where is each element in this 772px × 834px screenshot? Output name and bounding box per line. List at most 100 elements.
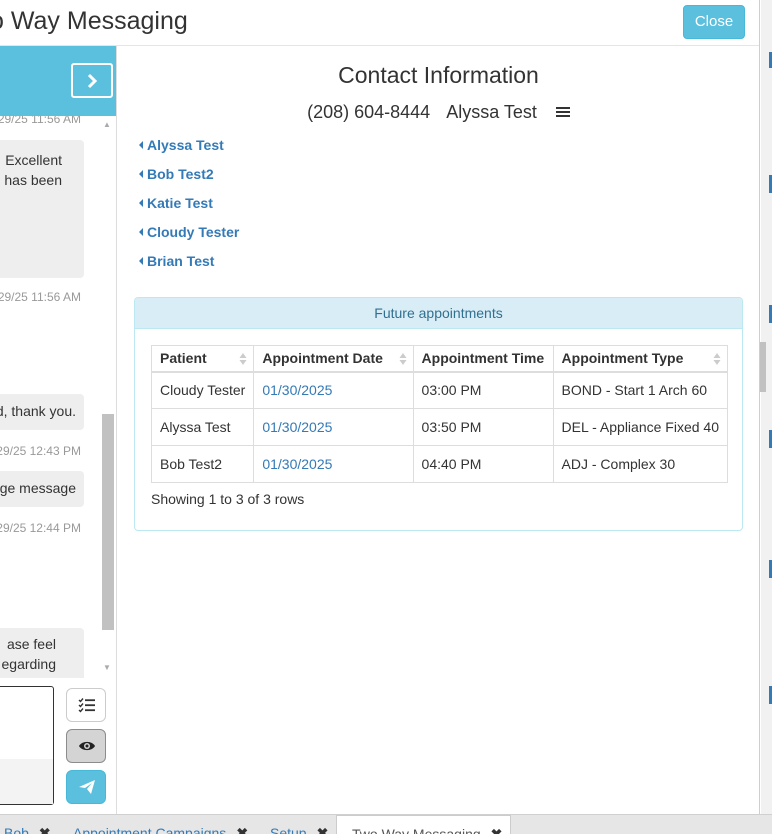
column-header-label: Appointment Date [262,350,383,367]
message-text: ase feel [6,636,56,652]
message-bubble: d, thank you. [0,394,84,430]
panel-heading: Future appointments [135,298,742,329]
close-tab-icon[interactable]: ✖ [491,826,503,834]
message-text: d, thank you. [0,403,76,419]
tab-label: Bob [4,825,29,834]
page-scrollbar-thumb[interactable] [760,342,766,392]
template-list-button[interactable] [66,688,106,722]
cell-appointment-type: DEL - Appliance Fixed 40 [552,408,729,446]
related-contact-link[interactable]: Bob Test2 [139,166,239,195]
pagination-info: Showing 1 to 3 of 3 rows [151,491,305,507]
message-timestamp: 29/25 12:44 PM [0,521,81,535]
tab-label: Setup [270,825,307,834]
related-contact-name: Alyssa Test [147,137,224,153]
cell-appointment-date[interactable]: 01/30/2025 [253,408,414,446]
table-row: Cloudy Tester 01/30/2025 03:00 PM BOND -… [150,371,729,409]
table-row: Bob Test2 01/30/2025 04:40 PM ADJ - Comp… [150,445,729,483]
message-text: egarding [1,656,57,672]
hamburger-menu-icon[interactable] [555,106,570,118]
related-contact-link[interactable]: Cloudy Tester [139,224,239,253]
scroll-up-arrow-icon[interactable]: ▲ [103,120,111,129]
cell-patient: Alyssa Test [150,408,255,446]
table-header-row: Patient Appointment Date Appointment Tim… [150,345,729,373]
message-timestamp: 29/25 11:56 AM [0,116,81,126]
message-list[interactable]: 29/25 11:56 AM Excellent has been 29/25 … [0,116,116,678]
compose-footer [0,759,53,804]
column-header-label: Appointment Type [561,350,684,367]
related-contact-name: Bob Test2 [147,166,214,182]
cell-appointment-time: 03:00 PM [412,371,554,409]
modal-title: o Way Messaging [0,7,188,35]
cell-patient: Bob Test2 [150,445,255,483]
sort-icon [399,353,407,365]
contact-name: Alyssa Test [446,102,537,122]
related-contact-name: Cloudy Tester [147,224,240,240]
tab-label: Appointment Campaigns [73,825,227,834]
cell-appointment-type: ADJ - Complex 30 [552,445,729,483]
caret-left-icon [139,257,143,265]
cell-appointment-date[interactable]: 01/30/2025 [253,445,414,483]
message-bubble: ase feel egarding [0,628,84,678]
expand-button[interactable] [71,63,113,98]
message-text: has been [4,172,62,188]
eye-icon [79,741,95,751]
related-contact-link[interactable]: Brian Test [139,253,239,282]
column-header-appointment-date[interactable]: Appointment Date [253,345,414,373]
message-compose-input[interactable] [0,686,54,805]
column-header-patient[interactable]: Patient [150,345,255,373]
tab-appointment-campaigns[interactable]: Appointment Campaigns ✖ [73,825,248,834]
contact-title: Contact Information [338,62,539,88]
related-contact-link[interactable]: Katie Test [139,195,239,224]
related-contacts-list: Alyssa Test Bob Test2 Katie Test Cloudy … [139,137,239,282]
cell-appointment-type: BOND - Start 1 Arch 60 [552,371,729,409]
checklist-icon [78,698,95,713]
tab-two-way-messaging[interactable]: Two Way Messaging ✖ [336,815,512,834]
message-timestamp: 29/25 12:43 PM [0,444,81,458]
close-tab-icon[interactable]: ✖ [317,825,329,834]
conversation-header-bar [0,46,116,116]
tab-setup[interactable]: Setup ✖ [270,825,328,834]
message-timestamp: 29/25 11:56 AM [0,290,81,304]
messaging-modal: o Way Messaging Close 29/25 11:56 AM Exc… [0,0,760,814]
contact-summary: (208) 604-8444 Alyssa Test [117,102,759,123]
preview-button[interactable] [66,729,106,763]
bottom-tab-bar: Bob ✖ Appointment Campaigns ✖ Setup ✖ Two W… [0,814,772,834]
caret-left-icon [139,199,143,207]
cell-appointment-date[interactable]: 01/30/2025 [253,371,414,409]
related-contact-link[interactable]: Alyssa Test [139,137,239,166]
chevron-right-icon [87,73,98,89]
message-text: Excellent [5,152,62,168]
cell-appointment-time: 04:40 PM [412,445,554,483]
related-contact-name: Katie Test [147,195,213,211]
appointments-table: Patient Appointment Date Appointment Tim… [150,345,729,483]
message-text: ge message [0,480,76,496]
column-header-label: Appointment Time [421,350,545,367]
message-bubble: Excellent has been [0,140,84,278]
tab-bob[interactable]: Bob ✖ [4,825,51,834]
send-button[interactable] [66,770,106,804]
contact-panel: Contact Information (208) 604-8444 Alyss… [117,46,759,814]
modal-header: o Way Messaging Close [0,0,759,46]
close-tab-icon[interactable]: ✖ [39,825,51,834]
message-list-scrollbar[interactable] [102,414,114,630]
table-row: Alyssa Test 01/30/2025 03:50 PM DEL - Ap… [150,408,729,446]
sort-icon [713,353,721,365]
conversation-panel: 29/25 11:56 AM Excellent has been 29/25 … [0,46,117,814]
caret-left-icon [139,228,143,236]
column-header-label: Patient [160,350,207,367]
column-header-appointment-time: Appointment Time [412,345,554,373]
tab-label: Two Way Messaging [352,826,481,834]
caret-left-icon [139,170,143,178]
close-button[interactable]: Close [683,5,745,39]
close-tab-icon[interactable]: ✖ [236,825,248,834]
cell-appointment-time: 03:50 PM [412,408,554,446]
message-bubble: ge message [0,471,84,507]
contact-phone: (208) 604-8444 [307,102,431,122]
cell-patient: Cloudy Tester [150,371,255,409]
related-contact-name: Brian Test [147,253,215,269]
column-header-appointment-type[interactable]: Appointment Type [552,345,729,373]
sort-icon [239,353,247,365]
future-appointments-panel: Future appointments Patient Appointment … [134,297,743,531]
caret-left-icon [139,141,143,149]
scroll-down-arrow-icon[interactable]: ▼ [103,663,111,672]
